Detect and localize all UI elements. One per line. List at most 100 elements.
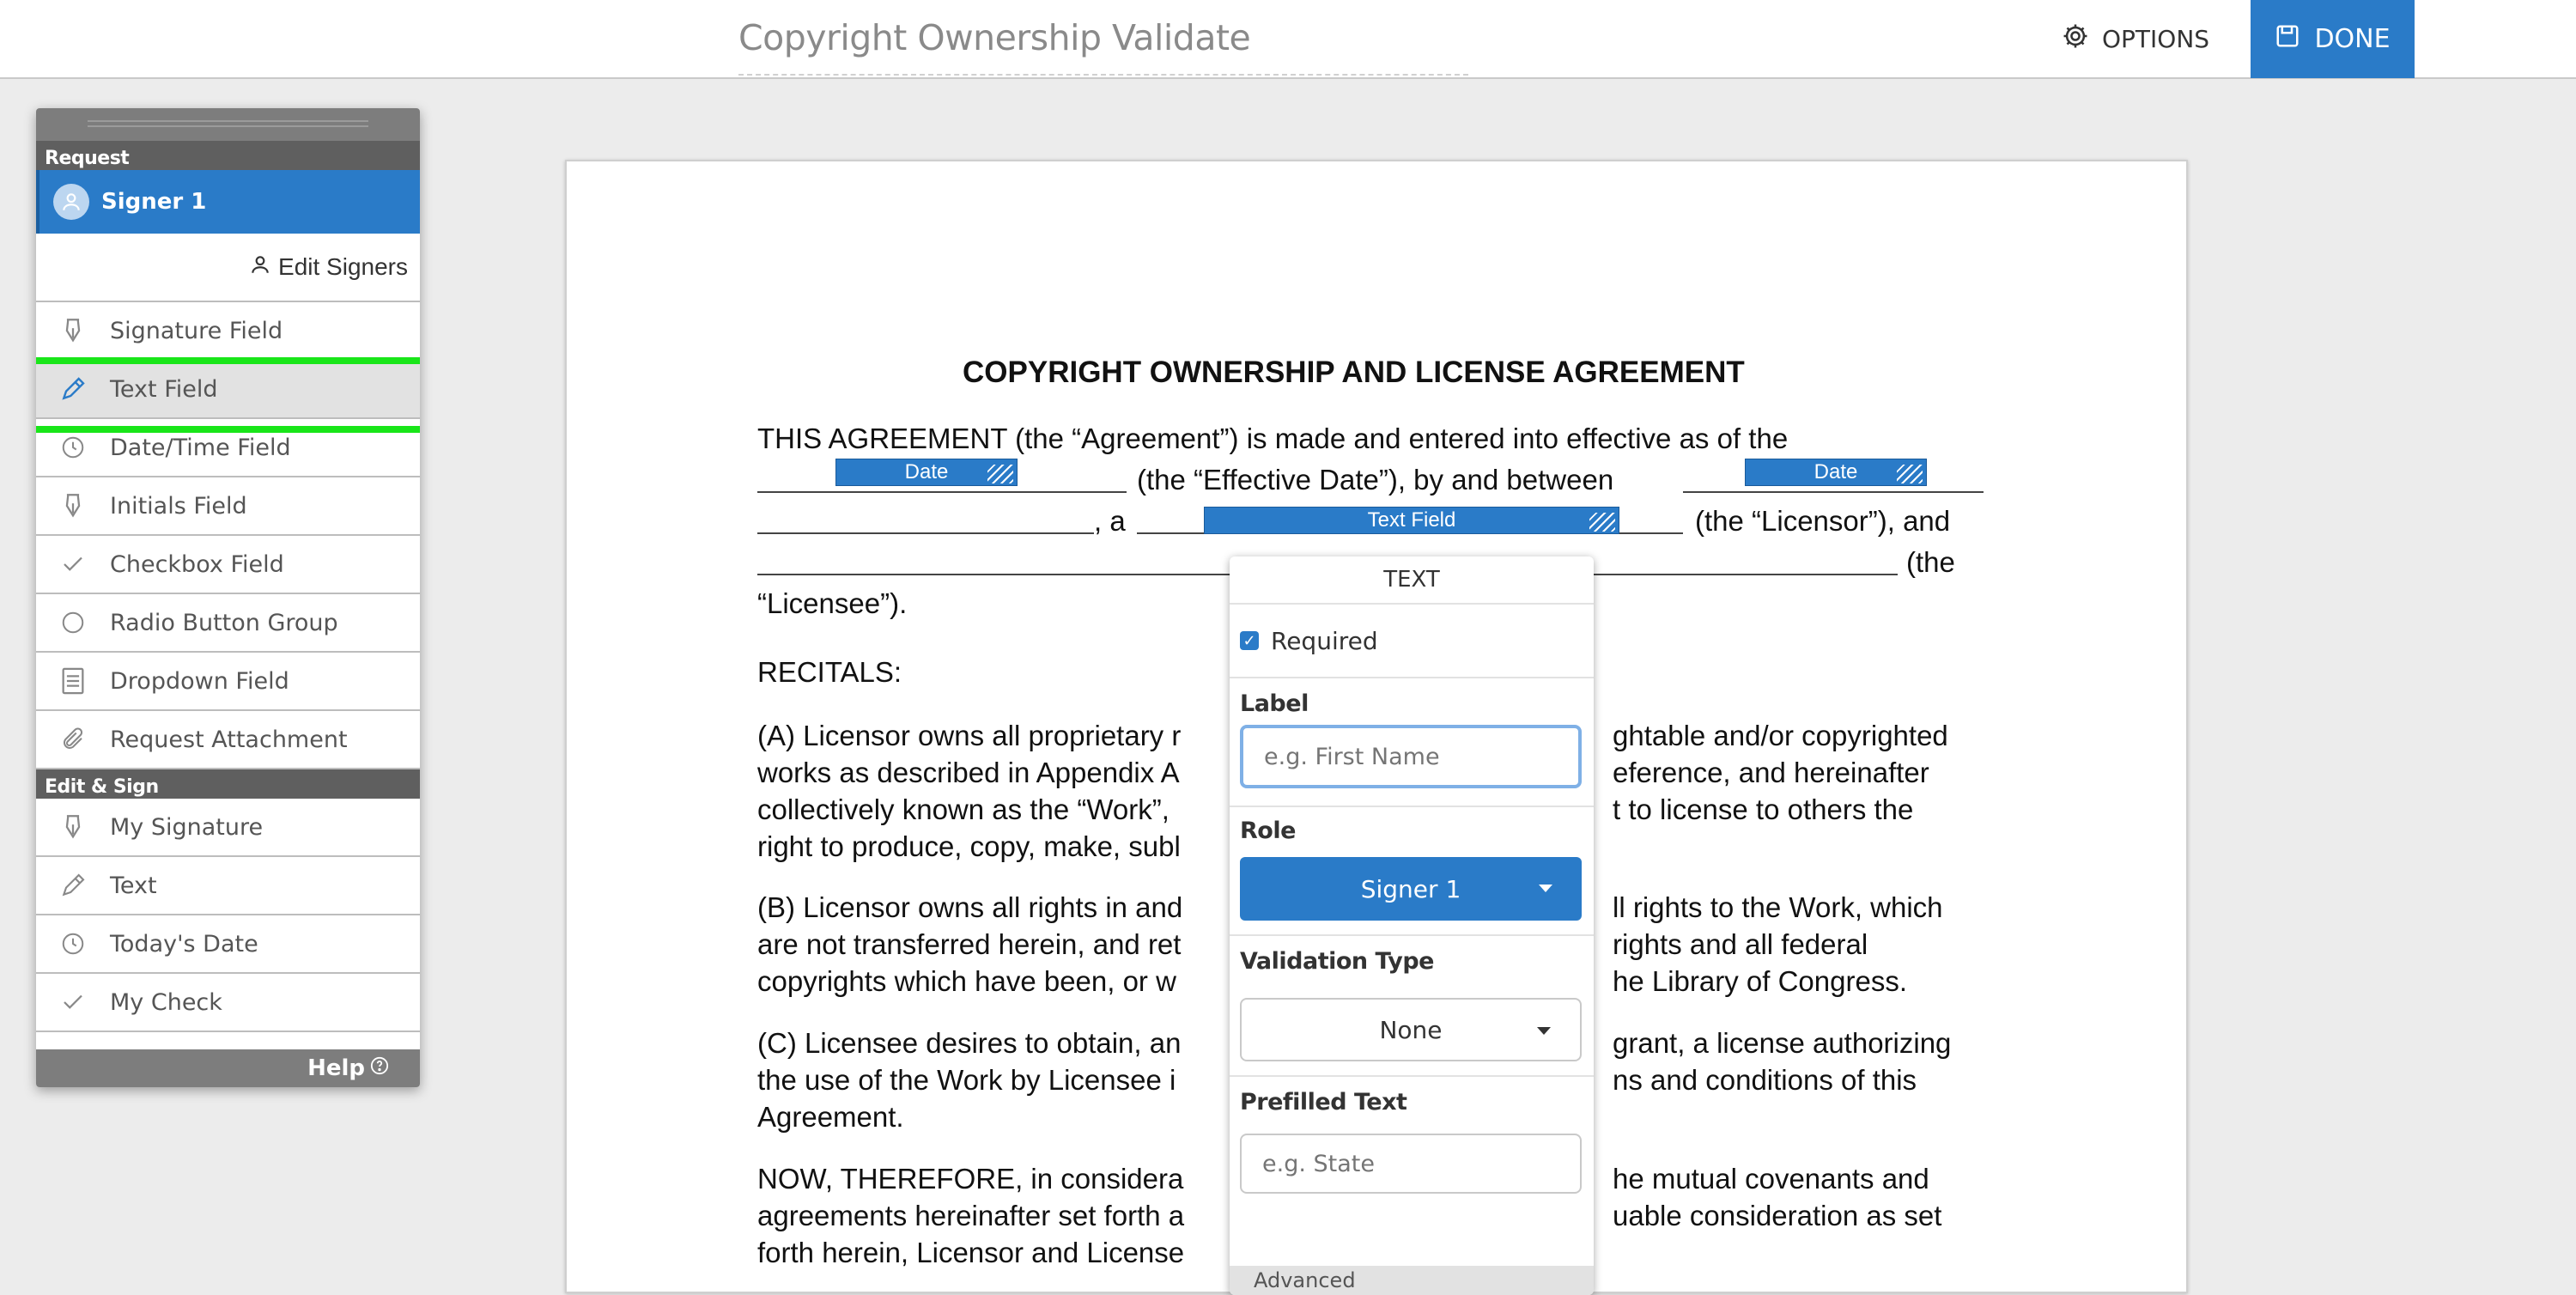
role-heading: Role (1240, 818, 1296, 844)
para-now-line: uable consideration as set (1613, 1200, 1942, 1231)
tool-label: My Check (110, 988, 222, 1016)
resize-handle[interactable] (987, 465, 1013, 483)
para-c-line: ns and conditions of this (1613, 1064, 1917, 1096)
validation-type-heading: Validation Type (1240, 948, 1434, 975)
divider (1230, 806, 1594, 807)
resize-handle[interactable] (1589, 513, 1615, 532)
validation-type-value: None (1379, 1015, 1443, 1044)
field-tools-panel: Request Signer 1 Edit Signers Signature … (36, 108, 420, 1087)
para-b-line: are not transferred herein, and ret (757, 928, 1182, 960)
tool-label: Dropdown Field (110, 667, 289, 695)
tool-label: Checkbox Field (110, 550, 284, 578)
panel-drag-handle[interactable] (36, 108, 420, 141)
para-a-line: t to license to others the (1613, 793, 1914, 825)
tool-text[interactable]: Text (36, 857, 420, 915)
edit-sign-section-header: Edit & Sign (36, 769, 420, 799)
role-value: Signer 1 (1360, 874, 1461, 903)
underline (757, 491, 1127, 493)
pencil-icon (36, 872, 110, 899)
field-label: Date (904, 460, 949, 483)
tool-checkbox-field[interactable]: Checkbox Field (36, 536, 420, 594)
paperclip-icon (36, 727, 110, 752)
doc-line-4: (the (1906, 546, 1955, 578)
required-checkbox[interactable]: ✓ (1240, 631, 1259, 650)
tool-my-check[interactable]: My Check (36, 974, 420, 1032)
person-icon (249, 253, 271, 282)
top-bar: Copyright Ownership Validate OPTIONS DON… (0, 0, 2576, 79)
date-field-1[interactable]: Date (835, 459, 1018, 486)
doc-line-1: THIS AGREEMENT (the “Agreement”) is made… (757, 423, 1789, 454)
pencil-icon (36, 375, 110, 403)
label-input[interactable] (1240, 725, 1582, 788)
recitals-heading: RECITALS: (757, 656, 902, 688)
para-b-line: (B) Licensor owns all rights in and (757, 891, 1183, 923)
text-field-1[interactable]: Text Field (1204, 507, 1619, 534)
document-title-input[interactable]: Copyright Ownership Validate (738, 12, 1468, 76)
done-button[interactable]: DONE (2251, 0, 2415, 78)
tool-radio-button-group[interactable]: Radio Button Group (36, 594, 420, 653)
required-label: Required (1271, 626, 1378, 655)
divider (1230, 934, 1594, 936)
help-button[interactable]: Help (36, 1049, 420, 1087)
para-c-line: the use of the Work by Licensee i (757, 1064, 1176, 1096)
role-dropdown[interactable]: Signer 1 (1240, 857, 1582, 921)
save-icon (2275, 23, 2300, 56)
clock-icon (36, 435, 110, 460)
doc-line-3a: , a (1094, 505, 1126, 537)
signer-selector[interactable]: Signer 1 (36, 170, 420, 234)
tool-initials-field[interactable]: Initials Field (36, 477, 420, 536)
para-a-line: ghtable and/or copyrighted (1613, 720, 1948, 751)
popover-title: TEXT (1230, 556, 1594, 605)
signer-label: Signer 1 (101, 189, 207, 215)
para-now-line: forth herein, Licensor and License (757, 1237, 1185, 1268)
prefilled-text-input[interactable] (1240, 1134, 1582, 1194)
tool-label: Today's Date (110, 930, 258, 958)
tool-my-signature[interactable]: My Signature (36, 799, 420, 857)
tool-label: Request Attachment (110, 726, 348, 753)
caret-down-icon (1537, 1027, 1551, 1035)
help-label: Help (307, 1055, 365, 1081)
validation-type-dropdown[interactable]: None (1240, 998, 1582, 1061)
list-icon (36, 666, 110, 696)
advanced-toggle[interactable]: Advanced (1230, 1266, 1594, 1295)
tool-signature-field[interactable]: Signature Field (36, 302, 420, 361)
tool-label: Date/Time Field (110, 434, 291, 461)
para-c-line: grant, a license authorizing (1613, 1027, 1952, 1059)
field-label: Date (1814, 460, 1858, 483)
tool-date-time-field[interactable]: Date/Time Field (36, 419, 420, 477)
pen-nib-icon (36, 491, 110, 520)
caret-down-icon (1539, 885, 1552, 892)
required-checkbox-row[interactable]: ✓ Required (1230, 605, 1594, 678)
doc-line-5: “Licensee”). (757, 587, 908, 619)
date-field-2[interactable]: Date (1745, 459, 1927, 486)
para-now-line: agreements hereinafter set forth a (757, 1200, 1185, 1231)
options-label: OPTIONS (2102, 24, 2210, 53)
divider (1230, 1075, 1594, 1077)
para-a-line: (A) Licensor owns all proprietary r (757, 720, 1182, 751)
tool-label: Initials Field (110, 492, 247, 520)
field-label: Text Field (1367, 508, 1456, 532)
options-button[interactable]: OPTIONS (2061, 0, 2209, 77)
gear-icon (2061, 21, 2090, 57)
edit-signers-button[interactable]: Edit Signers (36, 234, 420, 302)
tool-label: Signature Field (110, 317, 283, 344)
para-c-line: (C) Licensee desires to obtain, an (757, 1027, 1182, 1059)
check-icon (36, 989, 110, 1015)
tool-dropdown-field[interactable]: Dropdown Field (36, 653, 420, 711)
para-a-line: works as described in Appendix A (757, 757, 1180, 788)
pen-nib-icon (36, 812, 110, 842)
tool-todays-date[interactable]: Today's Date (36, 915, 420, 974)
tool-request-attachment[interactable]: Request Attachment (36, 711, 420, 769)
para-c-line: Agreement. (757, 1101, 904, 1133)
document-heading: COPYRIGHT OWNERSHIP AND LICENSE AGREEMEN… (963, 356, 1745, 389)
tool-label: Radio Button Group (110, 609, 338, 636)
para-b-line: copyrights which have been, or w (757, 965, 1176, 997)
para-b-line: ll rights to the Work, which (1613, 891, 1943, 923)
resize-handle[interactable] (1897, 465, 1923, 483)
para-b-line: he Library of Congress. (1613, 965, 1908, 997)
doc-line-2: (the “Effective Date”), by and between (1137, 464, 1614, 496)
advanced-label: Advanced (1254, 1268, 1356, 1292)
tool-text-field[interactable]: Text Field (36, 357, 420, 433)
edit-signers-label: Edit Signers (278, 253, 408, 280)
request-section-header: Request (36, 141, 420, 170)
